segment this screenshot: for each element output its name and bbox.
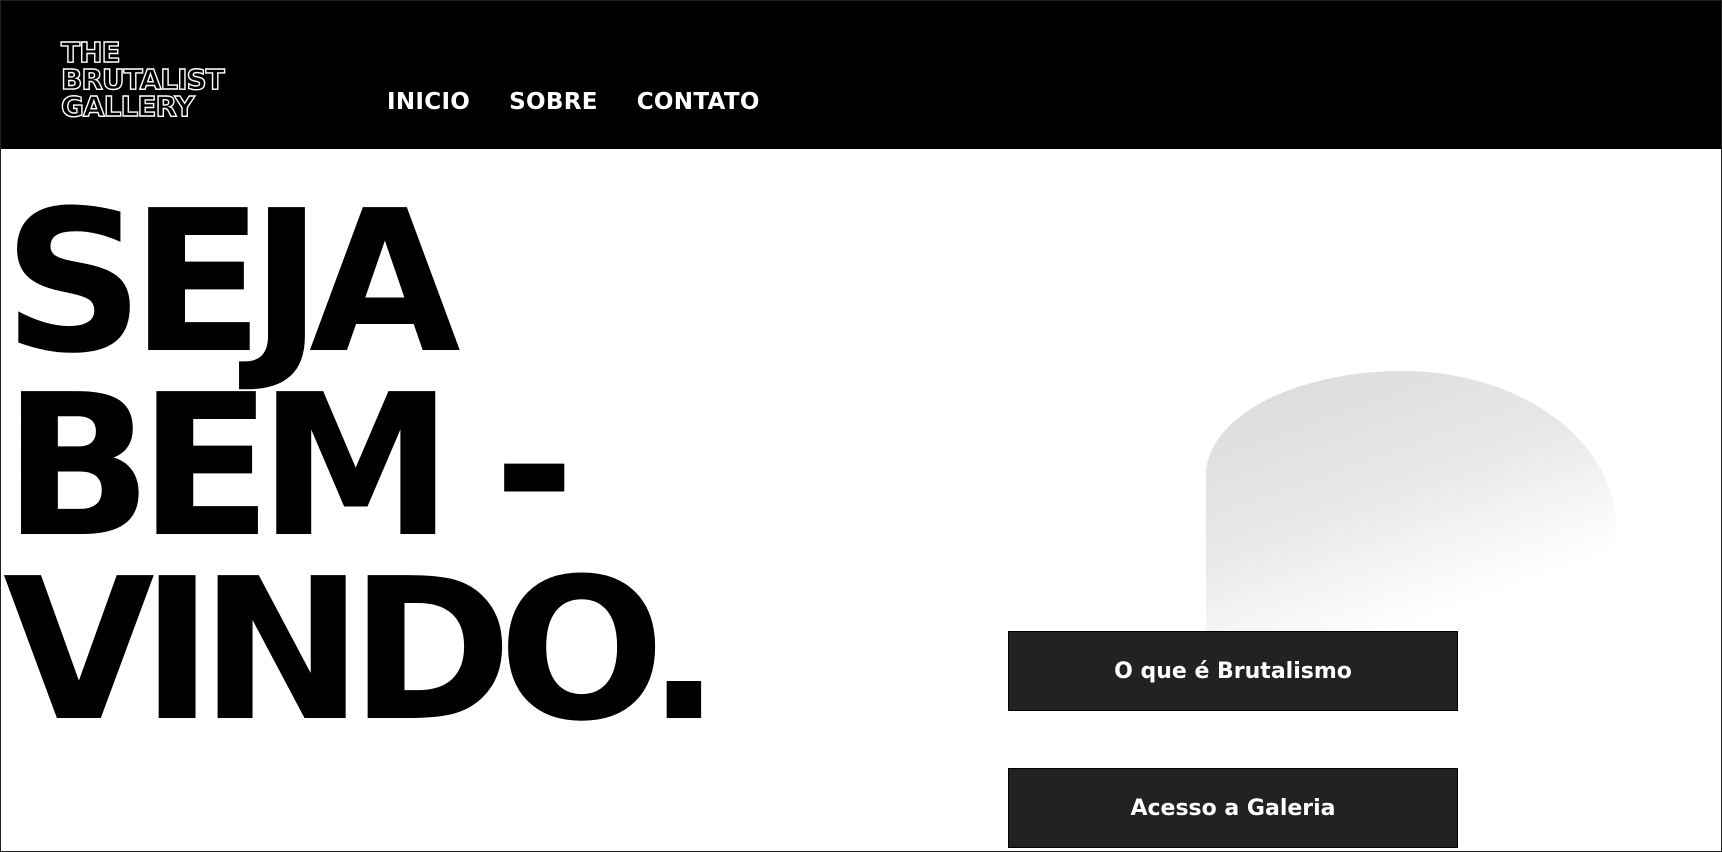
hero-title: SEJA BEM - VINDO. xyxy=(3,169,721,765)
gallery-access-button[interactable]: Acesso a Galeria xyxy=(1008,768,1458,848)
site-logo[interactable]: THE BRUTALIST GALLERY xyxy=(60,36,225,123)
logo-line-3: GALLERY xyxy=(60,90,195,123)
logo-line-1: THE xyxy=(60,36,121,69)
page: THE BRUTALIST GALLERY INICIO SOBRE CONTA… xyxy=(0,0,1722,852)
logo-line-2: BRUTALIST xyxy=(60,63,225,96)
what-is-brutalism-button[interactable]: O que é Brutalismo xyxy=(1008,631,1458,711)
nav-link-sobre[interactable]: SOBRE xyxy=(509,89,598,115)
main-nav: INICIO SOBRE CONTATO xyxy=(387,89,760,115)
hero-title-line-1: SEJA xyxy=(3,169,461,397)
hero-title-line-2: BEM - xyxy=(3,353,575,581)
nav-link-contato[interactable]: CONTATO xyxy=(637,89,760,115)
decorative-shape xyxy=(1206,371,1616,631)
hero-title-line-3: VINDO. xyxy=(3,537,721,765)
nav-link-inicio[interactable]: INICIO xyxy=(387,89,470,115)
site-header: THE BRUTALIST GALLERY INICIO SOBRE CONTA… xyxy=(1,1,1721,149)
